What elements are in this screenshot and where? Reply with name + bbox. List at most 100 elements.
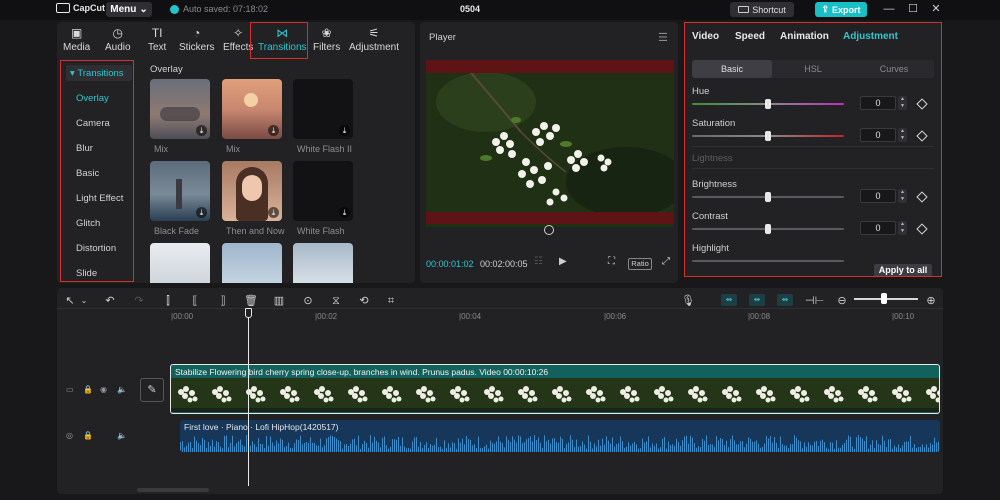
- transition-tile[interactable]: ⤓: [150, 161, 210, 221]
- hamburger-icon[interactable]: ☰: [658, 31, 668, 44]
- lock-icon[interactable]: 🔒: [83, 385, 93, 394]
- timeline-scrollbar[interactable]: [137, 488, 209, 492]
- tab-media[interactable]: ▣ Media: [63, 26, 90, 56]
- tab-audio-label: Audio: [105, 42, 131, 53]
- download-icon[interactable]: ⤓: [196, 207, 207, 218]
- portrait-face: [242, 175, 262, 201]
- download-icon[interactable]: ⤓: [268, 207, 279, 218]
- delete-icon[interactable]: 🗑: [244, 294, 258, 308]
- audio-track-icon: ◎: [66, 431, 73, 440]
- tab-adjustment[interactable]: ⚟ Adjustment: [349, 26, 399, 56]
- transition-tile[interactable]: ⤓: [293, 161, 353, 221]
- download-icon[interactable]: ⤓: [268, 125, 279, 136]
- video-clip-header: Stabilize Flowering bird cherry spring c…: [175, 367, 549, 377]
- tile-label: Black Fade: [154, 226, 200, 236]
- main-track-magnet-icon[interactable]: ⇹: [721, 294, 737, 306]
- microphone-icon[interactable]: 🎙: [681, 294, 695, 308]
- tab-audio[interactable]: ◷ Audio: [105, 26, 131, 56]
- linkage-icon[interactable]: ⇹: [777, 294, 793, 306]
- ruler-label: |00:08: [748, 312, 771, 321]
- download-icon[interactable]: ⤓: [339, 125, 350, 136]
- fullscreen-crop-icon[interactable]: ⛶: [608, 256, 615, 267]
- media-panel: ▣ Media ◷ Audio TI Text ◔ Stickers ✧ Eff…: [57, 22, 415, 283]
- video-clip[interactable]: Stabilize Flowering bird cherry spring c…: [170, 364, 940, 414]
- auto-snap-icon[interactable]: ⇹: [749, 294, 765, 306]
- preview-axis-icon[interactable]: ⊣⊢: [805, 294, 824, 308]
- redo-icon[interactable]: ↷: [132, 294, 146, 308]
- zoom-slider-knob[interactable]: [881, 293, 887, 304]
- tab-filters[interactable]: ❀ Filters: [313, 26, 340, 56]
- playhead-handle[interactable]: [245, 308, 252, 318]
- download-icon[interactable]: ⤓: [339, 207, 350, 218]
- expand-icon[interactable]: ⤢: [662, 256, 670, 267]
- ratio-button[interactable]: Ratio: [628, 258, 652, 270]
- cover-edit-button[interactable]: ✎: [140, 378, 164, 402]
- play-icon[interactable]: ▶: [559, 256, 567, 267]
- tab-text[interactable]: TI Text: [148, 26, 166, 56]
- download-icon[interactable]: ⤓: [196, 125, 207, 136]
- audio-clip-header: First love · Piano · Lofi HipHop(1420517…: [184, 422, 339, 432]
- tab-stickers[interactable]: ◔ Stickers: [179, 26, 215, 56]
- mirror-icon[interactable]: ⧖: [329, 294, 343, 308]
- app-logo: CapCut: [56, 3, 105, 13]
- rotate-handle-icon[interactable]: [544, 225, 554, 235]
- total-time: 00:02:00:05: [480, 259, 528, 269]
- title-bar: CapCut Menu ⌄ Auto saved: 07:18:02 0504 …: [0, 0, 1000, 20]
- player-panel: Player ☰ 00:00:01:02 00:02:00:05 ☷ ▶ ⛶ R…: [420, 22, 678, 283]
- split-right-icon[interactable]: ⟧: [216, 294, 230, 308]
- keyboard-icon: [738, 6, 750, 13]
- close-icon[interactable]: ✕: [929, 2, 943, 16]
- ruler-label: |00:02: [315, 312, 338, 321]
- video-clip-thumbnails: [171, 378, 939, 412]
- lock-icon[interactable]: 🔒: [83, 431, 93, 440]
- timeline-grid-icon[interactable]: ☷: [534, 256, 543, 267]
- export-icon: ⇪: [821, 4, 830, 14]
- split-left-icon[interactable]: ⟦: [188, 294, 202, 308]
- eye-icon[interactable]: ◉: [100, 385, 107, 394]
- export-button[interactable]: ⇪ Export: [815, 2, 867, 17]
- transition-tile[interactable]: ⤓: [222, 79, 282, 139]
- maximize-icon[interactable]: ☐: [906, 2, 920, 16]
- crop-icon[interactable]: ⌗: [384, 294, 398, 308]
- audio-clip[interactable]: First love · Piano · Lofi HipHop(1420517…: [180, 420, 940, 452]
- tile-label: White Flash II: [297, 144, 353, 154]
- transition-tile[interactable]: [293, 243, 353, 283]
- highlight-box-inspector: [684, 22, 942, 277]
- project-name: 0504: [460, 4, 481, 14]
- tab-effects[interactable]: ✧ Effects: [223, 26, 253, 56]
- freeze-icon[interactable]: ▥: [272, 294, 286, 308]
- zoom-out-icon[interactable]: ⊖: [835, 294, 849, 308]
- undo-icon[interactable]: ↶: [103, 294, 117, 308]
- audio-icon: ◷: [112, 26, 124, 40]
- transition-tile[interactable]: ⤓: [222, 161, 282, 221]
- split-icon[interactable]: ⫿: [161, 294, 175, 308]
- ruler-label: |00:06: [604, 312, 627, 321]
- volume-icon[interactable]: 🔈: [117, 431, 127, 440]
- video-preview[interactable]: [426, 62, 674, 227]
- transition-tile[interactable]: ⤓: [293, 79, 353, 139]
- menu-button[interactable]: Menu ⌄: [106, 2, 152, 17]
- transition-tile[interactable]: ⤓: [150, 79, 210, 139]
- chevron-down-icon: ⌄: [139, 4, 148, 15]
- autosave-text: Auto saved: 07:18:02: [183, 4, 269, 14]
- rotate-icon[interactable]: ⟲: [357, 294, 371, 308]
- filters-icon: ❀: [321, 26, 332, 40]
- shortcut-button[interactable]: Shortcut: [730, 2, 794, 17]
- highlight-box-transitions: [250, 22, 308, 59]
- select-cursor-icon[interactable]: ↖: [63, 294, 77, 308]
- tab-adjustment-label: Adjustment: [349, 42, 400, 53]
- minimize-icon[interactable]: —: [882, 2, 896, 16]
- tab-stickers-label: Stickers: [179, 42, 215, 53]
- timeline-panel: ↖ ⌄ ↶ ↷ ⫿ ⟦ ⟧ 🗑 ▥ ⊙ ⧖ ⟲ ⌗ 🎙 ⇹ ⇹ ⇹ ⊣⊢ ⊖ ⊕…: [57, 288, 943, 494]
- tab-media-label: Media: [63, 42, 91, 53]
- reverse-icon[interactable]: ⊙: [301, 294, 315, 308]
- tab-effects-label: Effects: [223, 42, 254, 53]
- transition-tile[interactable]: [222, 243, 282, 283]
- zoom-in-icon[interactable]: ⊕: [924, 294, 938, 308]
- volume-icon[interactable]: 🔈: [117, 385, 127, 394]
- transition-tile[interactable]: [150, 243, 210, 283]
- playhead[interactable]: [248, 310, 249, 486]
- chevron-down-icon[interactable]: ⌄: [77, 294, 91, 308]
- stickers-icon: ◔: [193, 26, 201, 40]
- tab-text-label: Text: [148, 42, 167, 53]
